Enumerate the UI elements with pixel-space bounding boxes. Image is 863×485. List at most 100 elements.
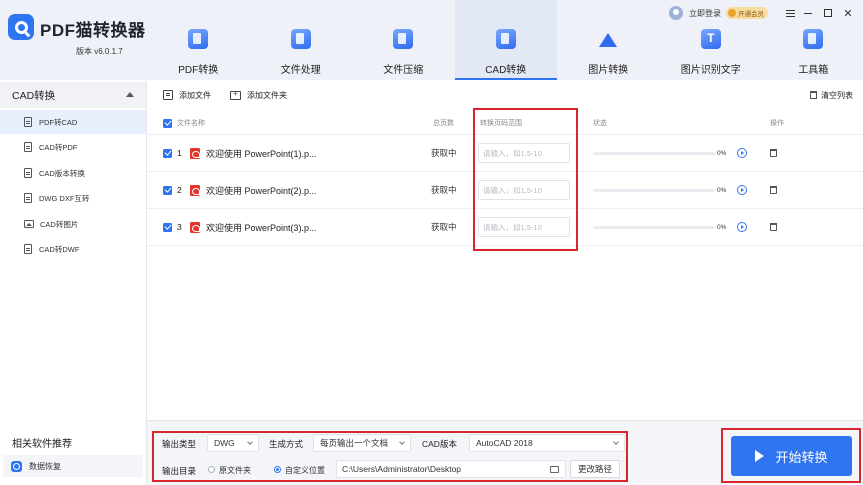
sidebar-group-cad[interactable]: CAD转换	[0, 82, 146, 108]
close-icon: ✕	[843, 7, 853, 20]
page-range-input[interactable]	[478, 217, 570, 237]
progress-bar	[593, 188, 715, 192]
header-label: 操作	[770, 120, 784, 127]
row-number-cell: 2	[177, 172, 182, 208]
delete-icon[interactable]	[770, 186, 777, 194]
tab-label: 图片识别文字	[680, 65, 741, 76]
row-number: 3	[177, 222, 182, 232]
tab-label: CAD转换	[485, 65, 527, 76]
row-number: 2	[177, 185, 182, 195]
output-path-input[interactable]	[336, 460, 566, 478]
toolbox-icon	[803, 29, 824, 49]
menu-icon[interactable]	[786, 9, 795, 17]
image-icon	[24, 220, 34, 228]
sidebar-item-label: CAD转图片	[40, 219, 79, 229]
gen-mode-select[interactable]: 每页输出一个文档	[313, 434, 411, 452]
radio-custom-label: 自定义位置	[285, 466, 325, 475]
play-icon[interactable]	[737, 222, 747, 232]
tab-pdf-convert[interactable]: PDF转换	[147, 0, 250, 80]
file-name: 欢迎使用 PowerPoint(2).p...	[206, 185, 317, 196]
row-file-cell: 欢迎使用 PowerPoint(3).p...	[190, 209, 317, 245]
select-all-checkbox[interactable]	[163, 118, 172, 128]
pdf-file-icon	[190, 184, 200, 196]
ocr-glyph: T	[707, 31, 715, 45]
cad-version-select[interactable]: AutoCAD 2018	[469, 434, 625, 452]
tab-label: PDF转换	[178, 65, 219, 76]
progress-percent: 0%	[717, 186, 727, 194]
row-percent-cell: 0%	[717, 209, 726, 245]
file-toolbar: 添加文件 添加文件夹 清空列表	[147, 80, 863, 108]
tab-label: 文件压缩	[383, 65, 424, 76]
chevron-down-icon	[613, 439, 619, 445]
add-file-button[interactable]: 添加文件	[163, 88, 211, 102]
row-checkbox[interactable]	[163, 185, 172, 195]
close-button[interactable]: ✕	[841, 6, 855, 20]
header-name: 文件名称	[177, 112, 205, 134]
sidebar-item-cad-to-image[interactable]: CAD转图片	[0, 212, 146, 236]
gen-mode-value: 每页输出一个文档	[320, 438, 389, 448]
page-range-input[interactable]	[478, 180, 570, 200]
chevron-down-icon	[399, 439, 405, 445]
add-folder-button[interactable]: 添加文件夹	[230, 88, 287, 102]
tab-file-compress[interactable]: 文件压缩	[352, 0, 455, 80]
radio-custom-location[interactable]	[274, 466, 281, 473]
maximize-button[interactable]	[821, 6, 835, 20]
radio-source-folder[interactable]	[208, 466, 215, 473]
row-checkbox[interactable]	[163, 148, 172, 158]
progress-bar	[593, 151, 715, 155]
row-pages-cell: 获取中	[431, 135, 457, 171]
start-convert-button[interactable]: 开始转换	[731, 436, 852, 476]
sidebar-item-label: CAD转DWF	[39, 244, 80, 254]
sidebar-item-label: DWG DXF互转	[39, 193, 90, 203]
row-number: 1	[177, 148, 182, 158]
crown-icon	[728, 9, 736, 17]
output-type-select[interactable]: DWG	[207, 434, 259, 452]
file-name: 欢迎使用 PowerPoint(1).p...	[206, 148, 317, 159]
start-convert-label: 开始转换	[775, 449, 828, 465]
row-number-cell: 1	[177, 135, 182, 171]
file-icon	[24, 244, 32, 254]
avatar[interactable]	[669, 6, 683, 20]
delete-icon[interactable]	[770, 149, 777, 157]
row-delete-cell	[770, 172, 777, 208]
sidebar-item-label: CAD转PDF	[39, 142, 78, 152]
sidebar-item-cad-version[interactable]: CAD版本转换	[0, 161, 146, 185]
sidebar-item-cad-to-pdf[interactable]: CAD转PDF	[0, 135, 146, 159]
row-percent-cell: 0%	[717, 135, 726, 171]
delete-icon[interactable]	[770, 223, 777, 231]
clear-list-button[interactable]: 清空列表	[810, 88, 853, 102]
change-path-button[interactable]: 更改路径	[570, 460, 620, 478]
page-count: 获取中	[431, 222, 457, 232]
tab-file-process[interactable]: 文件处理	[250, 0, 353, 80]
app-name: PDF猫转换器	[40, 21, 146, 40]
play-icon[interactable]	[737, 185, 747, 195]
minimize-button[interactable]	[801, 6, 815, 20]
app-logo-icon	[8, 14, 34, 40]
tab-cad-convert[interactable]: CAD转换	[454, 0, 557, 80]
header-label: 总页数	[433, 120, 454, 127]
progress-percent: 0%	[717, 149, 727, 157]
tab-label: 工具箱	[798, 65, 829, 76]
vip-badge[interactable]: 开通会员	[726, 7, 768, 19]
open-folder-icon[interactable]	[550, 466, 559, 473]
play-icon	[755, 450, 765, 462]
file-icon	[24, 117, 32, 127]
row-select-cell	[163, 172, 172, 208]
table-row: 2 欢迎使用 PowerPoint(2).p... 获取中 0%	[147, 172, 863, 209]
file-icon	[24, 168, 32, 178]
login-link[interactable]: 立即登录	[689, 8, 721, 19]
row-number-cell: 3	[177, 209, 182, 245]
tab-image-convert[interactable]: 图片转换	[557, 0, 660, 80]
sidebar-item-cad-to-dwf[interactable]: CAD转DWF	[0, 237, 146, 261]
related-data-recovery[interactable]: 数据恢复	[3, 455, 143, 477]
maximize-icon	[824, 9, 832, 17]
page-range-input[interactable]	[478, 143, 570, 163]
play-icon[interactable]	[737, 148, 747, 158]
sidebar-item-dwg-dxf[interactable]: DWG DXF互转	[0, 186, 146, 210]
gen-mode-label: 生成方式	[269, 439, 304, 449]
page-count: 获取中	[431, 185, 457, 195]
file-table: 文件名称 总页数 转换页码范围 状态 操作 1 欢迎使用 PowerPoint(…	[147, 112, 863, 246]
sidebar-item-pdf-to-cad[interactable]: PDF转CAD	[0, 110, 146, 134]
tab-label: 图片转换	[588, 65, 629, 76]
row-checkbox[interactable]	[163, 222, 172, 232]
